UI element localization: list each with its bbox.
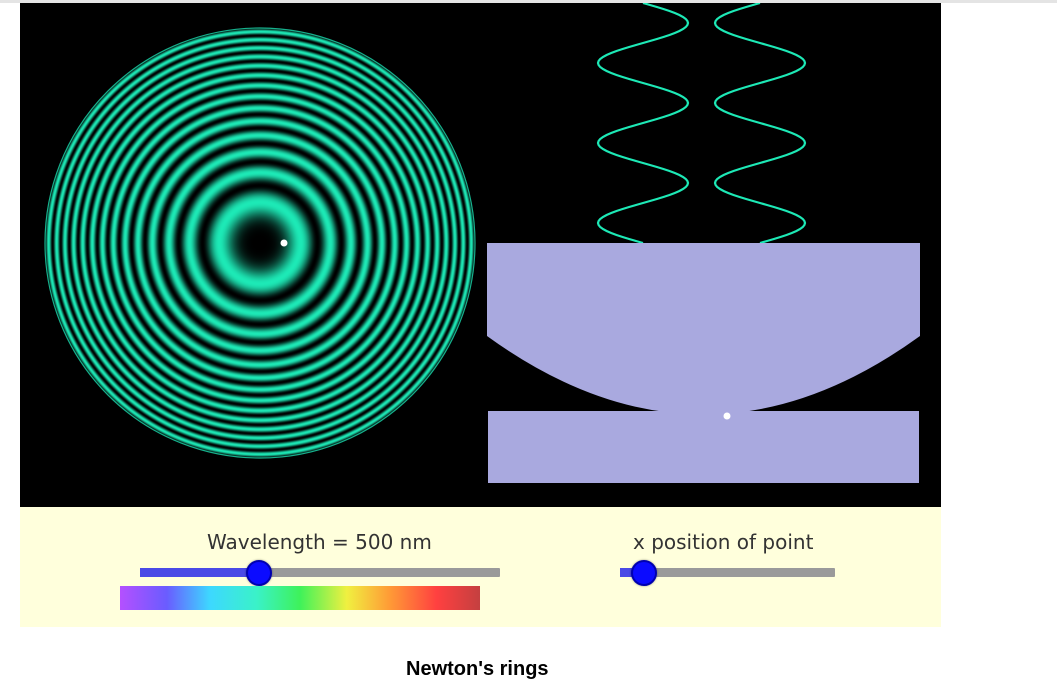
position-slider-thumb[interactable] <box>630 560 657 586</box>
newtons-rings-simulation: Wavelength = 500 nm x position of point <box>20 3 941 627</box>
position-label: x position of point <box>633 530 814 554</box>
wavelength-spectrum-bar <box>120 586 480 610</box>
reflected-wave <box>713 3 807 245</box>
interference-rings <box>45 28 475 458</box>
wavelength-label: Wavelength = 500 nm <box>207 530 432 554</box>
simulation-canvas <box>20 3 941 507</box>
gap-marker-point[interactable] <box>723 412 731 420</box>
position-slider[interactable] <box>620 560 835 586</box>
glass-plate <box>488 411 919 483</box>
figure-caption: Newton's rings <box>406 658 549 680</box>
ring-marker-point[interactable] <box>280 239 288 247</box>
plano-convex-lens <box>487 243 920 415</box>
wavelength-slider-fill <box>140 568 259 577</box>
incident-wave <box>596 3 690 245</box>
simulation-svg <box>44 3 920 483</box>
wavelength-slider-thumb[interactable] <box>245 560 272 586</box>
wavelength-slider[interactable] <box>140 560 500 586</box>
